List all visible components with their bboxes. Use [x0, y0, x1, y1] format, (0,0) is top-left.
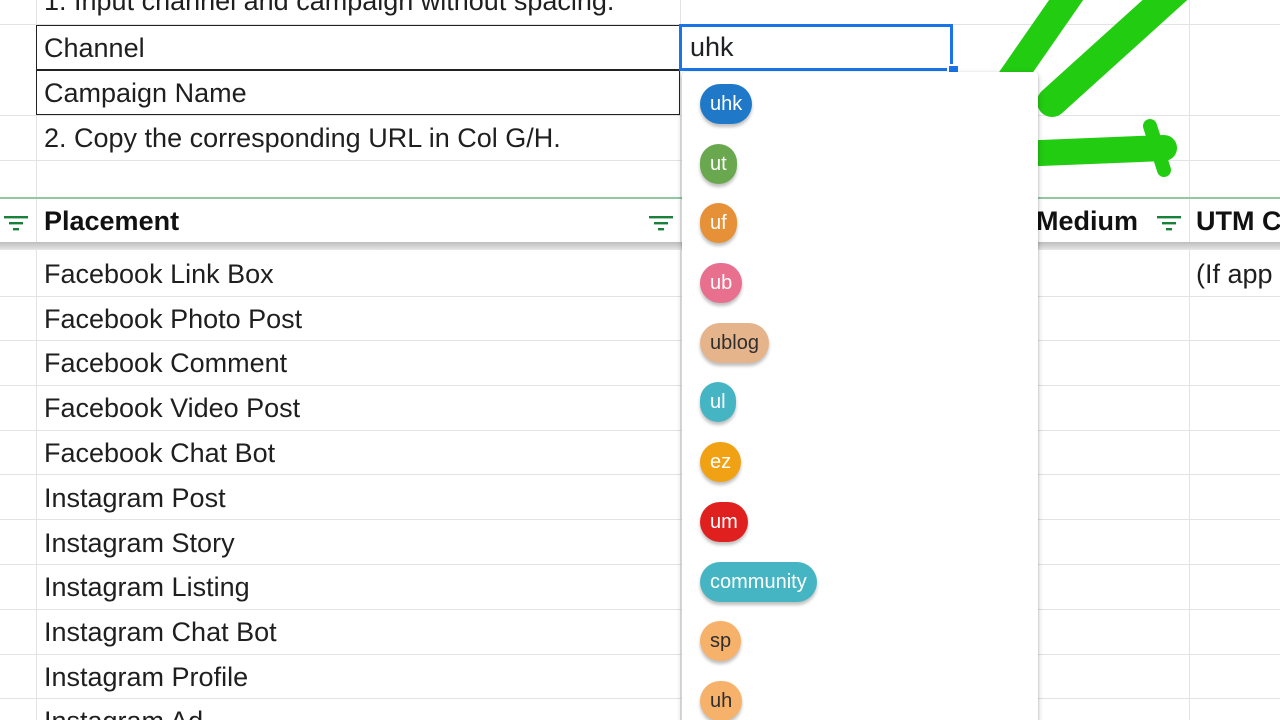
dropdown-option-uh[interactable]: uh	[700, 681, 743, 720]
dropdown-option-ublog[interactable]: ublog	[700, 323, 769, 363]
dropdown-option-ut[interactable]: ut	[700, 144, 737, 184]
channel-input-value: uhk	[690, 32, 734, 62]
spreadsheet-view: 1. Input channel and campaign without sp…	[0, 0, 1280, 720]
dropdown-option-sp[interactable]: sp	[700, 621, 742, 661]
dropdown-option-ul[interactable]: ul	[700, 382, 736, 422]
dropdown-option-uf[interactable]: uf	[700, 203, 737, 243]
dropdown-option-um[interactable]: um	[700, 502, 748, 542]
dropdown-option-ub[interactable]: ub	[700, 263, 743, 303]
arrow-annotation-icon	[948, 0, 1188, 177]
dropdown-option-uhk[interactable]: uhk	[700, 84, 753, 124]
dropdown-option-ez[interactable]: ez	[700, 442, 742, 482]
dropdown-options-list: uhk ut uf ub ublog ul ez um community sp…	[682, 72, 1038, 720]
dropdown-option-community[interactable]: community	[700, 562, 817, 602]
channel-input[interactable]: uhk	[679, 24, 953, 71]
